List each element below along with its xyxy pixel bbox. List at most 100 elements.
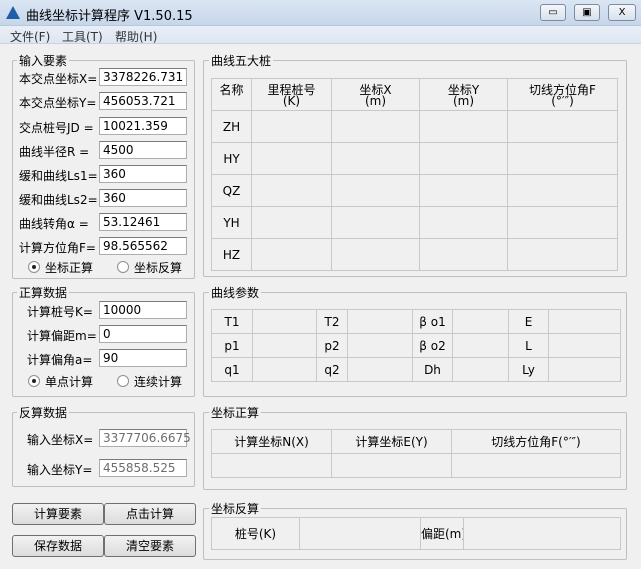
forward-mode-radio-label[interactable]: 单点计算 [45, 373, 93, 390]
inverse-field-input[interactable]: 455858.525 [99, 459, 187, 477]
stake-name: HY [211, 142, 252, 175]
inverse-field-input[interactable]: 3377706.6675 [99, 429, 191, 447]
station-label: 桩号(K) [211, 517, 300, 550]
forward-mode-radio[interactable] [117, 375, 129, 387]
app-icon [6, 6, 20, 19]
input-element-label: 曲线半径R = [19, 145, 90, 159]
calc-mode-radio[interactable] [28, 261, 40, 273]
compute-elements-button[interactable]: 计算要素 [12, 503, 104, 525]
maximize-button[interactable]: ▣ [574, 4, 600, 21]
forward-field-input[interactable]: 0 [99, 325, 187, 343]
save-data-button[interactable]: 保存数据 [12, 535, 104, 557]
menu-tools[interactable]: 工具(T) [62, 28, 103, 45]
param-label: T1 [211, 309, 253, 334]
param-label: p1 [211, 333, 253, 358]
input-element-label: 交点桩号JD = [19, 121, 94, 135]
calc-mode-radio-label[interactable]: 坐标正算 [45, 259, 93, 276]
input-element-input[interactable]: 360 [99, 165, 187, 183]
window-title: 曲线坐标计算程序 V1.50.15 [26, 9, 193, 24]
param-value [252, 357, 317, 382]
param-label: L [508, 333, 549, 358]
param-row: T1 T2 β o1 E [211, 309, 621, 334]
forward-field-input[interactable]: 10000 [99, 301, 187, 319]
coord-inverse-title: 坐标反算 [209, 500, 262, 517]
col-y: 坐标Y (m) [419, 78, 508, 111]
curve-params-title: 曲线参数 [209, 284, 262, 301]
forward-field-label: 计算桩号K= [27, 305, 93, 319]
param-value [347, 309, 413, 334]
minimize-button[interactable]: ▭ [540, 4, 566, 21]
forward-field-input[interactable]: 90 [99, 349, 187, 367]
col-azimuth: 切线方位角F (°′″) [507, 78, 618, 111]
offset-label: 偏距(m) [420, 517, 464, 550]
col-name: 名称 [211, 78, 252, 111]
forward-mode-radio[interactable] [28, 375, 40, 387]
input-element-label: 计算方位角F= [19, 241, 96, 255]
result-f [451, 453, 621, 478]
param-row: p1 p2 β o2 L [211, 333, 621, 358]
calc-mode-radio[interactable] [117, 261, 129, 273]
five-stakes-title: 曲线五大桩 [209, 52, 274, 69]
result-e [331, 453, 452, 478]
param-label: β o2 [412, 333, 453, 358]
param-value [252, 309, 317, 334]
input-element-label: 缓和曲线Ls2= [19, 193, 98, 207]
param-row: q1 q2 Dh Ly [211, 357, 621, 382]
click-compute-button[interactable]: 点击计算 [104, 503, 196, 525]
col-f: 切线方位角F(°′″) [451, 429, 621, 454]
inverse-field-label: 输入坐标X= [27, 433, 94, 447]
clear-elements-button[interactable]: 清空要素 [104, 535, 196, 557]
input-element-input[interactable]: 53.12461 [99, 213, 187, 231]
stake-row: ZH [211, 110, 618, 143]
input-element-input[interactable]: 98.565562 [99, 237, 187, 255]
col-e: 计算坐标E(Y) [331, 429, 452, 454]
coord-forward-title: 坐标正算 [209, 404, 262, 421]
forward-data-title: 正算数据 [17, 284, 70, 301]
col-x: 坐标X (m) [331, 78, 420, 111]
input-element-label: 本交点坐标Y= [19, 96, 97, 110]
forward-field-label: 计算偏角a= [27, 353, 93, 367]
station-value [299, 517, 421, 550]
input-element-input[interactable]: 10021.359 [99, 117, 187, 135]
col-station: 里程桩号 (K) [251, 78, 332, 111]
calc-mode-radio-label[interactable]: 坐标反算 [134, 259, 182, 276]
input-element-label: 曲线转角α = [19, 217, 89, 231]
input-element-input[interactable]: 3378226.731 [99, 68, 187, 86]
param-label: Dh [412, 357, 453, 382]
coord-inverse-table: 桩号(K) 偏距(m) [211, 517, 621, 550]
param-value [548, 333, 621, 358]
forward-field-label: 计算偏距m= [27, 329, 97, 343]
input-element-input[interactable]: 360 [99, 189, 187, 207]
stake-name: HZ [211, 238, 252, 271]
param-value [452, 357, 509, 382]
param-value [548, 309, 621, 334]
inverse-data-title: 反算数据 [17, 404, 70, 421]
title-bar: 曲线坐标计算程序 V1.50.15 ▭ ▣ X [0, 0, 641, 26]
stake-name: QZ [211, 174, 252, 207]
input-element-input[interactable]: 456053.721 [99, 92, 187, 110]
param-label: Ly [508, 357, 549, 382]
five-stakes-table: 名称 里程桩号 (K) 坐标X (m) 坐标Y (m) 切线方位角F (°′″) ZH H… [211, 78, 618, 271]
param-label: T2 [316, 309, 348, 334]
input-element-label: 缓和曲线Ls1= [19, 169, 98, 183]
param-label: β o1 [412, 309, 453, 334]
close-button[interactable]: X [608, 4, 636, 21]
param-label: q1 [211, 357, 253, 382]
stake-row: HZ [211, 238, 618, 271]
input-element-input[interactable]: 4500 [99, 141, 187, 159]
forward-mode-radio-label[interactable]: 连续计算 [134, 373, 182, 390]
menu-file[interactable]: 文件(F) [10, 28, 50, 45]
offset-value [463, 517, 621, 550]
inverse-field-label: 输入坐标Y= [27, 463, 93, 477]
menu-bar: 文件(F) 工具(T) 帮助(H) [0, 26, 641, 44]
param-value [347, 333, 413, 358]
param-value [252, 333, 317, 358]
param-value [347, 357, 413, 382]
param-value [452, 309, 509, 334]
menu-help[interactable]: 帮助(H) [115, 28, 157, 45]
input-elements-title: 输入要素 [17, 52, 70, 69]
param-label: p2 [316, 333, 348, 358]
stake-row: HY [211, 142, 618, 175]
input-element-label: 本交点坐标X= [19, 72, 98, 86]
stake-name: ZH [211, 110, 252, 143]
